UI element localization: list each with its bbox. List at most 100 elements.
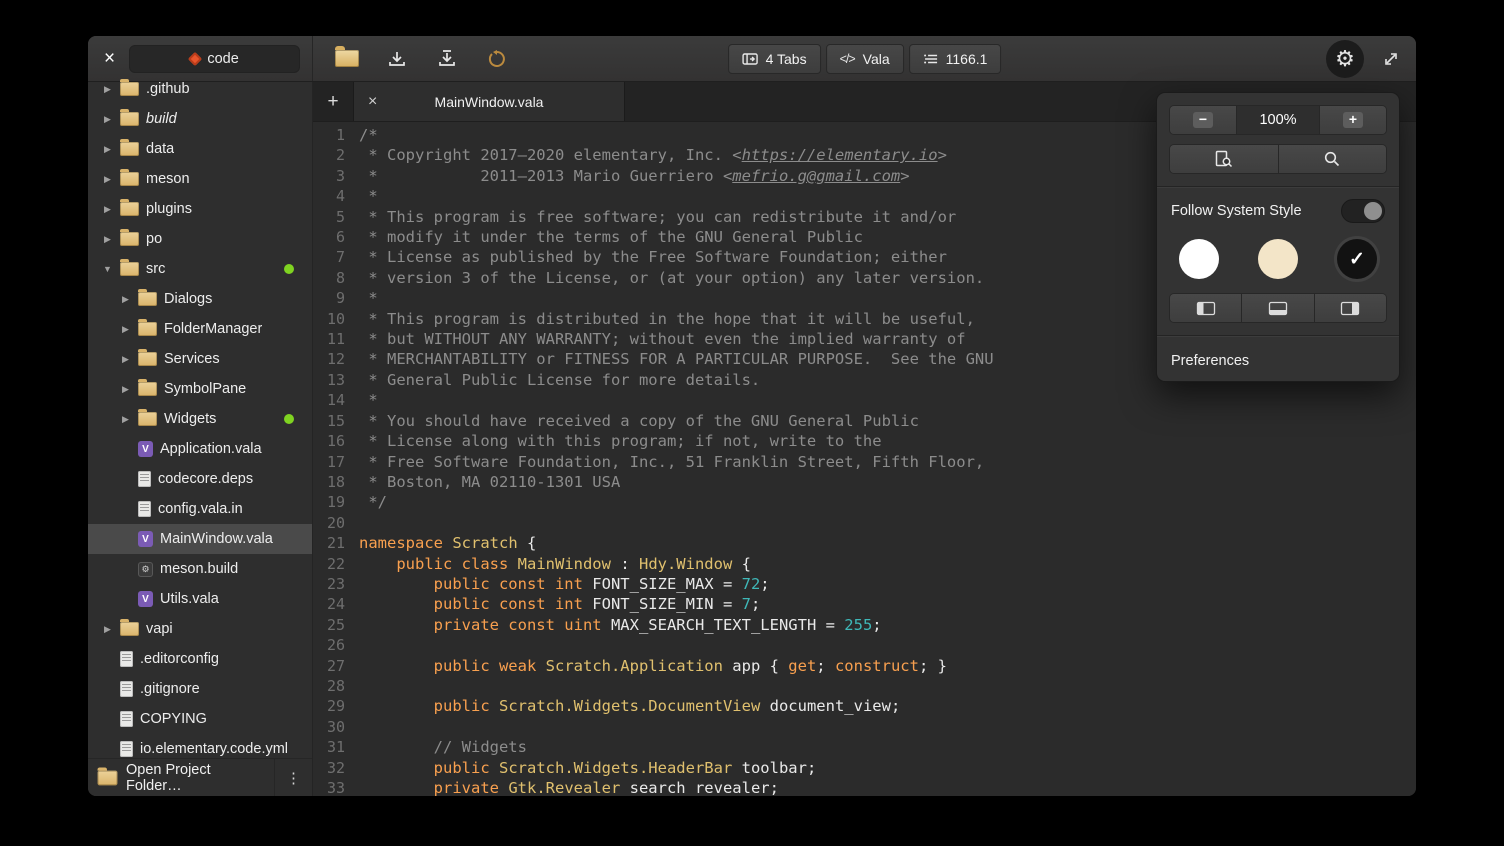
- line-number: 5: [313, 207, 359, 227]
- layout-sidebar-right-button[interactable]: [1314, 294, 1386, 322]
- zoom-control: − 100% +: [1169, 105, 1387, 135]
- tab-mainwindow-vala[interactable]: × MainWindow.vala: [353, 82, 625, 121]
- disclosure-triangle-icon[interactable]: ▶: [120, 324, 131, 335]
- line-number: 10: [313, 309, 359, 329]
- sidebar-item-meson[interactable]: ▶meson: [88, 164, 312, 194]
- project-menu-button[interactable]: ⋮: [274, 759, 312, 796]
- line-number: 21: [313, 533, 359, 553]
- sidebar-item-src[interactable]: ▼src: [88, 254, 312, 284]
- line-number: 11: [313, 329, 359, 349]
- style-dark-option[interactable]: ✓: [1337, 239, 1377, 279]
- project-title-pill[interactable]: code: [129, 45, 300, 73]
- fullscreen-icon: [1382, 50, 1400, 68]
- fullscreen-button[interactable]: [1382, 50, 1400, 68]
- sidebar-item-plugins[interactable]: ▶plugins: [88, 194, 312, 224]
- sidebar-item-label: data: [146, 141, 174, 157]
- sidebar-item-codecore-deps[interactable]: codecore.deps: [88, 464, 312, 494]
- sidebar-item-services[interactable]: ▶Services: [88, 344, 312, 374]
- status-button-group: 4 Tabs </> Vala 1166.1: [728, 44, 1002, 74]
- disclosure-triangle-icon[interactable]: ▶: [102, 624, 113, 635]
- code-text: * 2011–2013 Mario Guerriero <mefrio.g@gm…: [359, 166, 910, 186]
- sidebar-item-vapi[interactable]: ▶ vapi: [88, 614, 312, 644]
- zoom-out-icon: −: [1193, 112, 1213, 128]
- language-button[interactable]: </> Vala: [826, 44, 904, 74]
- disclosure-triangle-icon[interactable]: ▶: [120, 384, 131, 395]
- settings-popover: − 100% + Follow System Style: [1156, 92, 1400, 382]
- history-button[interactable]: [479, 42, 515, 76]
- zoom-out-button[interactable]: −: [1170, 106, 1236, 134]
- sidebar-item-label: vapi: [146, 621, 173, 637]
- popover-separator: [1157, 335, 1399, 336]
- code-text: // Widgets: [359, 737, 527, 757]
- layout-bottom-panel-button[interactable]: [1241, 294, 1313, 322]
- open-project-bar[interactable]: Open Project Folder… ⋮: [88, 758, 312, 796]
- sidebar-item-symbolpane[interactable]: ▶SymbolPane: [88, 374, 312, 404]
- sidebar-item-label: io.elementary.code.yml: [140, 741, 288, 757]
- goto-line-icon: [923, 52, 938, 66]
- sidebar-item-widgets[interactable]: ▶Widgets: [88, 404, 312, 434]
- sidebar-item-config-vala-in[interactable]: config.vala.in: [88, 494, 312, 524]
- disclosure-triangle-icon[interactable]: ▼: [102, 264, 113, 274]
- disclosure-triangle-icon[interactable]: ▶: [120, 354, 131, 365]
- sidebar-item-copying[interactable]: COPYING: [88, 704, 312, 734]
- sidebar-item-build[interactable]: ▶build: [88, 104, 312, 134]
- tabs-icon: [742, 52, 758, 66]
- search-button[interactable]: [1278, 145, 1387, 173]
- layout-sidebar-left-button[interactable]: [1170, 294, 1241, 322]
- disclosure-triangle-icon[interactable]: ▶: [102, 174, 113, 185]
- disclosure-triangle-icon[interactable]: ▶: [102, 114, 113, 125]
- zoom-in-icon: +: [1343, 112, 1363, 128]
- sidebar-item-github[interactable]: ▶.github: [88, 74, 312, 104]
- new-tab-button[interactable]: +: [313, 82, 353, 121]
- changed-badge: [284, 414, 294, 424]
- zoom-in-button[interactable]: +: [1320, 106, 1386, 134]
- search-icon: [1323, 150, 1341, 168]
- open-file-button[interactable]: [329, 42, 365, 76]
- sidebar-item-gitignore[interactable]: .gitignore: [88, 674, 312, 704]
- tabs-overview-button[interactable]: 4 Tabs: [728, 44, 821, 74]
- code-text: private Gtk.Revealer search_revealer;: [359, 778, 779, 796]
- preferences-menu-item[interactable]: Preferences: [1169, 348, 1387, 369]
- follow-system-style-toggle[interactable]: [1341, 199, 1385, 223]
- disclosure-triangle-icon[interactable]: ▶: [102, 144, 113, 155]
- line-number: 16: [313, 431, 359, 451]
- style-sepia-option[interactable]: [1258, 239, 1298, 279]
- sidebar-item-po[interactable]: ▶po: [88, 224, 312, 254]
- line-number: 28: [313, 676, 359, 696]
- find-in-file-button[interactable]: [1170, 145, 1278, 173]
- sidebar-item-meson-build[interactable]: ⚙meson.build: [88, 554, 312, 584]
- layout-right-icon: [1340, 301, 1360, 316]
- code-text: * This program is distributed in the hop…: [359, 309, 975, 329]
- project-title: code: [207, 51, 238, 67]
- goto-line-button[interactable]: 1166.1: [909, 44, 1002, 74]
- disclosure-triangle-icon[interactable]: ▶: [120, 294, 131, 305]
- window-close-button[interactable]: ×: [100, 47, 119, 70]
- code-line: 28: [313, 676, 1416, 696]
- sidebar-item-editorconfig[interactable]: .editorconfig: [88, 644, 312, 674]
- sidebar-item-foldermanager[interactable]: ▶FolderManager: [88, 314, 312, 344]
- code-text: * modify it under the terms of the GNU G…: [359, 227, 863, 247]
- settings-menu-button[interactable]: ⚙: [1326, 40, 1364, 78]
- line-number: 12: [313, 349, 359, 369]
- sidebar-item-data[interactable]: ▶ data: [88, 134, 312, 164]
- find-control: [1169, 144, 1387, 174]
- code-text: * Boston, MA 02110-1301 USA: [359, 472, 620, 492]
- disclosure-triangle-icon[interactable]: ▶: [102, 204, 113, 215]
- sidebar-item-label: MainWindow.vala: [160, 531, 273, 547]
- sidebar-item-dialogs[interactable]: ▶Dialogs: [88, 284, 312, 314]
- sidebar-item-io-elementary-code-yml[interactable]: io.elementary.code.yml: [88, 734, 312, 758]
- sidebar-item-mainwindow-vala[interactable]: VMainWindow.vala: [88, 524, 312, 554]
- line-number: 23: [313, 574, 359, 594]
- sidebar-item-application-vala[interactable]: VApplication.vala: [88, 434, 312, 464]
- disclosure-triangle-icon[interactable]: ▶: [102, 234, 113, 245]
- line-number: 4: [313, 186, 359, 206]
- disclosure-triangle-icon[interactable]: ▶: [102, 84, 113, 95]
- style-light-option[interactable]: [1179, 239, 1219, 279]
- tab-close-icon[interactable]: ×: [368, 93, 377, 111]
- disclosure-triangle-icon[interactable]: ▶: [120, 414, 131, 425]
- code-text: * License along with this program; if no…: [359, 431, 882, 451]
- save-as-button[interactable]: [429, 42, 465, 76]
- save-file-button[interactable]: [379, 42, 415, 76]
- sidebar-item-utils-vala[interactable]: VUtils.vala: [88, 584, 312, 614]
- layout-control: [1169, 293, 1387, 323]
